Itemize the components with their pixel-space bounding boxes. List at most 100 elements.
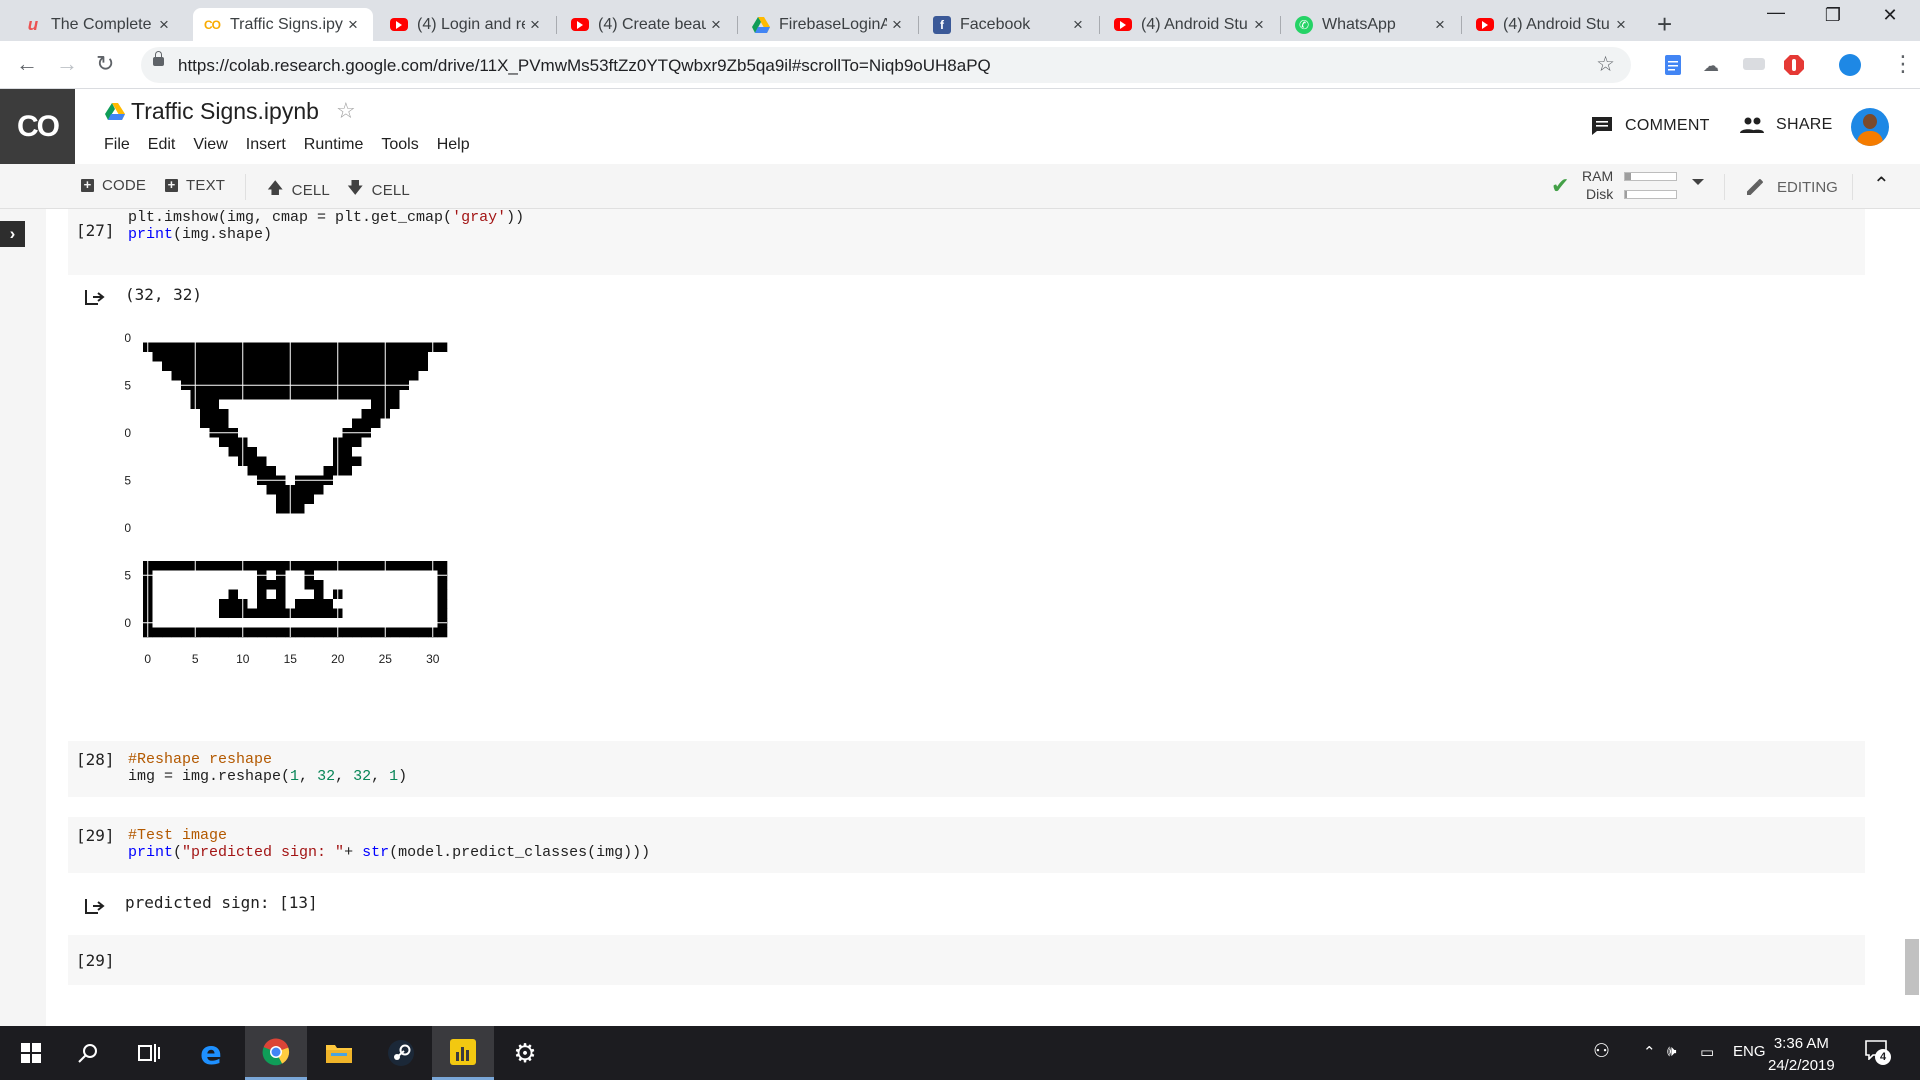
- menu-file[interactable]: File: [104, 136, 130, 154]
- move-cell-down-button[interactable]: 🡇 CELL: [347, 177, 410, 204]
- settings-app[interactable]: ⚙: [494, 1026, 556, 1080]
- code-cell[interactable]: [28] #Reshape reshape img = img.reshape(…: [68, 741, 1865, 797]
- add-text-button[interactable]: + TEXT: [165, 177, 225, 194]
- browser-tab[interactable]: f Facebook ×: [923, 8, 1098, 41]
- plot-pixel: [437, 561, 448, 571]
- opera-stop-icon[interactable]: [1783, 54, 1805, 76]
- close-icon[interactable]: ×: [1611, 15, 1631, 35]
- disk-usage-bar[interactable]: [1624, 190, 1677, 199]
- close-icon[interactable]: ×: [1430, 15, 1450, 35]
- language-indicator[interactable]: ENG: [1733, 1043, 1766, 1060]
- menu-tools[interactable]: Tools: [381, 136, 418, 154]
- move-cell-up-button[interactable]: 🡅 CELL: [267, 177, 330, 204]
- task-view-button[interactable]: [118, 1026, 180, 1080]
- code-cell-empty[interactable]: [29]: [68, 935, 1865, 985]
- close-icon[interactable]: ×: [887, 15, 907, 35]
- reload-button[interactable]: ↻: [96, 51, 114, 77]
- profile-avatar-icon[interactable]: [1839, 54, 1861, 76]
- facebook-icon: f: [933, 15, 951, 34]
- add-code-button[interactable]: + CODE: [81, 177, 146, 194]
- plot-pixel: [371, 390, 381, 400]
- plot-pixel: [257, 371, 267, 381]
- browser-tab-active[interactable]: CO Traffic Signs.ipynb ×: [193, 8, 373, 41]
- comment-icon: [1592, 117, 1612, 135]
- new-tab-button[interactable]: +: [1657, 9, 1672, 40]
- extension-icon[interactable]: [1743, 58, 1765, 70]
- plot-pixel: [295, 542, 305, 552]
- docs-extension-icon[interactable]: [1664, 54, 1686, 76]
- menu-insert[interactable]: Insert: [246, 136, 286, 154]
- chevron-up-icon[interactable]: ⌃: [1873, 172, 1890, 197]
- cloud-extension-icon[interactable]: ☁: [1703, 56, 1725, 78]
- plot-pixel: [352, 342, 362, 353]
- close-icon[interactable]: ×: [154, 15, 174, 35]
- power-bi-app[interactable]: [432, 1026, 494, 1080]
- battery-icon[interactable]: ▭: [1700, 1043, 1714, 1061]
- ram-usage-bar[interactable]: [1624, 172, 1677, 181]
- plot-pixel: [181, 390, 191, 400]
- edge-app[interactable]: e: [180, 1026, 242, 1080]
- minimize-button[interactable]: —: [1753, 2, 1799, 23]
- close-icon[interactable]: ×: [706, 15, 726, 35]
- notebook-title[interactable]: Traffic Signs.ipynb: [131, 98, 319, 125]
- plot-pixel: [437, 494, 448, 505]
- close-icon[interactable]: ×: [1068, 15, 1088, 35]
- windows-start-button[interactable]: [0, 1026, 62, 1080]
- menu-edit[interactable]: Edit: [148, 136, 176, 154]
- search-button[interactable]: [57, 1026, 119, 1080]
- colab-logo[interactable]: CO: [0, 89, 75, 164]
- plot-pixel: [219, 551, 229, 562]
- people-tray-icon[interactable]: ⚇: [1593, 1040, 1610, 1063]
- chevron-up-icon[interactable]: ⌃: [1643, 1043, 1656, 1061]
- plot-pixel: [418, 599, 429, 609]
- browser-tab[interactable]: (4) Login and re ×: [380, 8, 555, 41]
- close-icon[interactable]: ×: [343, 15, 363, 35]
- bookmark-star-icon[interactable]: ☆: [1596, 52, 1615, 77]
- x-tick-label: 20: [331, 652, 345, 666]
- code-cell[interactable]: [29] #Test image print("predicted sign: …: [68, 817, 1865, 873]
- browser-tab[interactable]: (4) Android Stu ×: [1466, 8, 1641, 41]
- share-button[interactable]: SHARE: [1740, 116, 1833, 134]
- address-bar[interactable]: https://colab.research.google.com/drive/…: [141, 47, 1631, 83]
- plot-pixel: [304, 627, 315, 638]
- close-icon[interactable]: ×: [525, 15, 545, 35]
- plot-pixel: [152, 399, 163, 410]
- avatar[interactable]: [1851, 108, 1889, 146]
- volume-icon[interactable]: 🕪: [1667, 1043, 1676, 1060]
- plot-pixel: [247, 361, 258, 372]
- comment-button[interactable]: COMMENT: [1591, 116, 1710, 136]
- browser-tab[interactable]: (4) Android Stu ×: [1104, 8, 1279, 41]
- chrome-menu-icon[interactable]: ⋮: [1892, 51, 1914, 77]
- back-button[interactable]: ←: [16, 51, 38, 77]
- plot-pixel: [257, 513, 267, 524]
- file-explorer-app[interactable]: [308, 1026, 370, 1080]
- restore-button[interactable]: ❐: [1810, 5, 1856, 26]
- browser-tab[interactable]: ✆ WhatsApp ×: [1285, 8, 1460, 41]
- editing-mode-button[interactable]: EDITING: [1745, 177, 1838, 197]
- star-icon[interactable]: ☆: [336, 98, 356, 124]
- plot-pixel: [361, 589, 372, 600]
- browser-tab[interactable]: FirebaseLoginA ×: [742, 8, 917, 41]
- forward-button[interactable]: →: [56, 51, 78, 77]
- plot-pixel: [257, 390, 267, 400]
- browser-tab[interactable]: u The Complete ×: [14, 8, 184, 41]
- code-cell[interactable]: [27] plt.imshow(img, cmap = plt.get_cmap…: [68, 209, 1865, 275]
- sidebar-toggle-icon[interactable]: ›: [0, 221, 25, 247]
- close-window-button[interactable]: ✕: [1867, 5, 1913, 26]
- menu-help[interactable]: Help: [437, 136, 470, 154]
- chevron-down-icon[interactable]: [1692, 179, 1704, 185]
- notification-center-button[interactable]: 4: [1865, 1040, 1891, 1065]
- close-icon[interactable]: ×: [1249, 15, 1269, 35]
- drive-icon[interactable]: [105, 103, 125, 121]
- menu-view[interactable]: View: [193, 136, 227, 154]
- steam-app[interactable]: [370, 1026, 432, 1080]
- plot-pixel: [219, 466, 229, 476]
- scrollbar-thumb[interactable]: [1905, 939, 1919, 995]
- clock[interactable]: 3:36 AM 24/2/2019: [1768, 1033, 1835, 1077]
- menu-runtime[interactable]: Runtime: [304, 136, 364, 154]
- chrome-app[interactable]: [245, 1026, 307, 1080]
- plot-pixel: [390, 627, 400, 638]
- browser-tab[interactable]: (4) Create beau ×: [561, 8, 736, 41]
- youtube-icon: [1114, 18, 1132, 31]
- plot-pixel: [352, 504, 362, 514]
